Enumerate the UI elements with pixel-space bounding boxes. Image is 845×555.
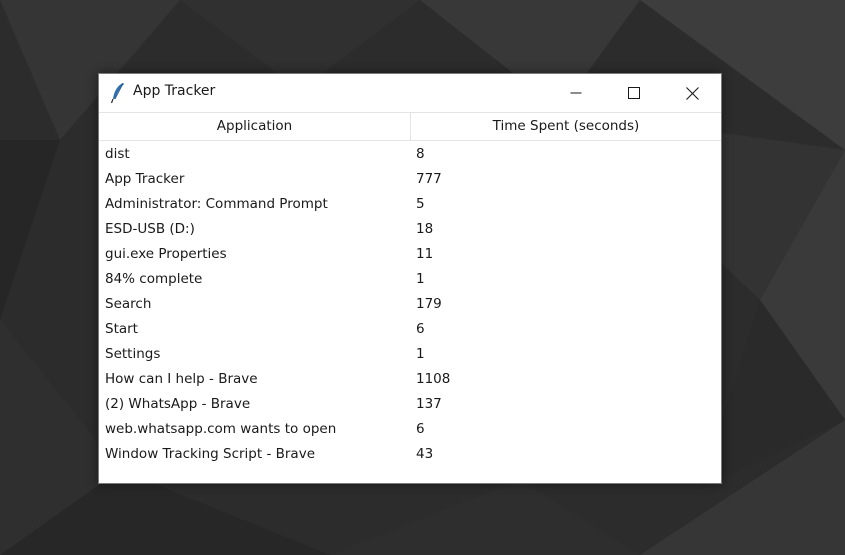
table-row[interactable]: How can I help - Brave 1108 xyxy=(99,367,721,392)
time-cell: 43 xyxy=(416,446,434,462)
application-cell: Search xyxy=(105,296,152,312)
application-cell: (2) WhatsApp - Brave xyxy=(105,396,251,412)
maximize-icon xyxy=(628,87,640,99)
application-cell: Start xyxy=(105,321,138,337)
close-icon xyxy=(685,86,699,100)
minimize-icon xyxy=(570,87,582,99)
close-button[interactable] xyxy=(663,74,721,112)
table-row[interactable]: dist 8 xyxy=(99,142,721,167)
table-body: dist 8 App Tracker 777 Administrator: Comm… xyxy=(99,142,721,467)
application-cell: gui.exe Properties xyxy=(105,246,227,262)
app-tracker-window: App Tracker Application Time Spent (seco… xyxy=(98,73,722,484)
table-row[interactable]: gui.exe Properties 11 xyxy=(99,242,721,267)
application-cell: App Tracker xyxy=(105,171,185,187)
table-row[interactable]: Settings 1 xyxy=(99,342,721,367)
table-row[interactable]: Start 6 xyxy=(99,317,721,342)
application-cell: dist xyxy=(105,146,130,162)
time-cell: 777 xyxy=(416,171,442,187)
time-cell: 137 xyxy=(416,396,442,412)
time-cell: 1 xyxy=(416,271,425,287)
table-header: Application Time Spent (seconds) xyxy=(99,112,721,141)
app-usage-table: Application Time Spent (seconds) dist 8 A… xyxy=(99,112,721,483)
time-cell: 18 xyxy=(416,221,434,237)
minimize-button[interactable] xyxy=(547,74,605,112)
table-row[interactable]: App Tracker 777 xyxy=(99,167,721,192)
column-header-time-spent[interactable]: Time Spent (seconds) xyxy=(411,113,721,140)
time-cell: 5 xyxy=(416,196,425,212)
application-cell: web.whatsapp.com wants to open xyxy=(105,421,337,437)
time-cell: 179 xyxy=(416,296,442,312)
application-cell: Administrator: Command Prompt xyxy=(105,196,328,212)
table-row[interactable]: Search 179 xyxy=(99,292,721,317)
application-cell: Window Tracking Script - Brave xyxy=(105,446,316,462)
maximize-button[interactable] xyxy=(605,74,663,112)
time-cell: 6 xyxy=(416,421,425,437)
application-cell: Settings xyxy=(105,346,161,362)
feather-icon xyxy=(110,82,126,104)
application-cell: 84% complete xyxy=(105,271,203,287)
column-header-application[interactable]: Application xyxy=(99,113,411,140)
application-cell: How can I help - Brave xyxy=(105,371,258,387)
time-cell: 1 xyxy=(416,346,425,362)
application-cell: ESD-USB (D:) xyxy=(105,221,195,237)
time-cell: 1108 xyxy=(416,371,451,387)
table-row[interactable]: ESD-USB (D:) 18 xyxy=(99,217,721,242)
time-cell: 11 xyxy=(416,246,434,262)
window-title: App Tracker xyxy=(133,83,216,99)
time-cell: 6 xyxy=(416,321,425,337)
time-cell: 8 xyxy=(416,146,425,162)
table-row[interactable]: Window Tracking Script - Brave 43 xyxy=(99,442,721,467)
table-row[interactable]: Administrator: Command Prompt 5 xyxy=(99,192,721,217)
table-row[interactable]: 84% complete 1 xyxy=(99,267,721,292)
title-bar[interactable]: App Tracker xyxy=(99,74,721,112)
table-row[interactable]: (2) WhatsApp - Brave 137 xyxy=(99,392,721,417)
table-row[interactable]: web.whatsapp.com wants to open 6 xyxy=(99,417,721,442)
